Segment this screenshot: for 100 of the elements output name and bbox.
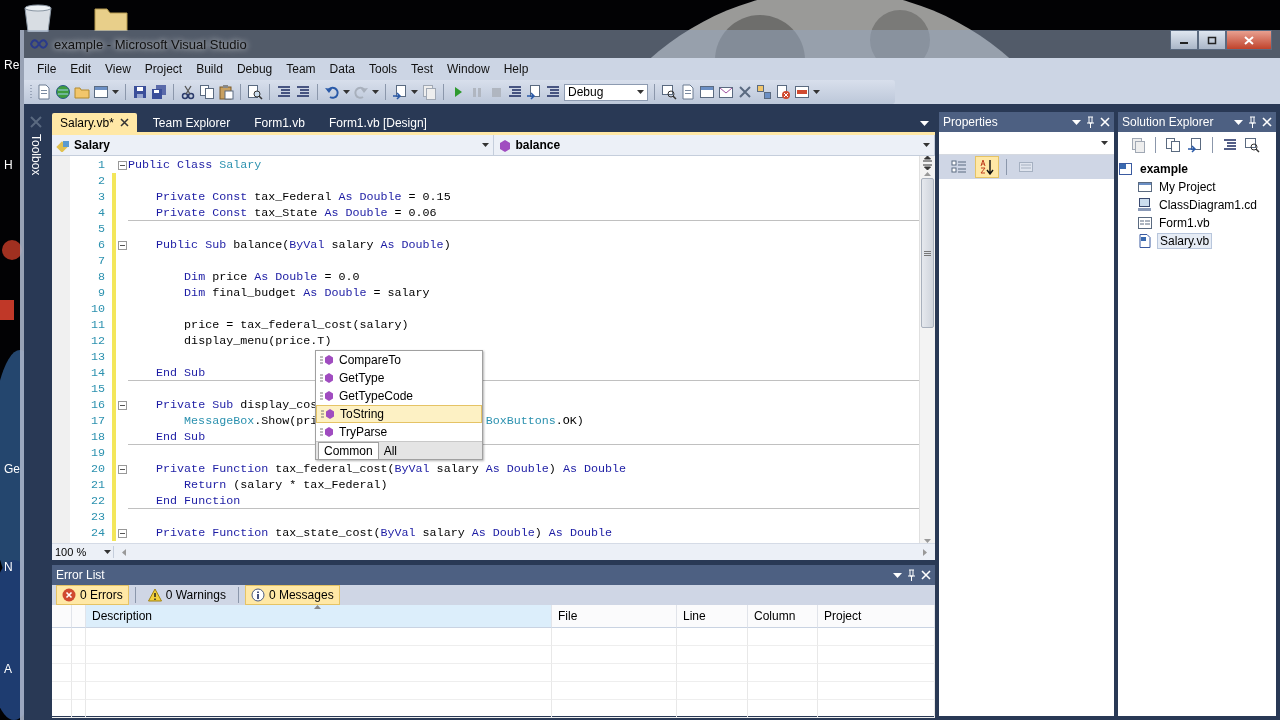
document-arrow-icon[interactable]: [526, 84, 542, 100]
zoom-dropdown[interactable]: 100 %: [52, 546, 114, 558]
tools-icon[interactable]: [737, 84, 753, 100]
panel-menu-caret-icon[interactable]: [1072, 119, 1081, 125]
filter-button[interactable]: 0 Errors: [56, 585, 129, 605]
code-dropdown[interactable]: balance: [493, 135, 935, 155]
dropdown-caret-icon: [923, 143, 930, 147]
column-header[interactable]: Column: [748, 605, 818, 628]
lines-icon[interactable]: [276, 84, 292, 100]
dropdown-caret-icon: [411, 90, 418, 94]
completion-item[interactable]: GetType: [316, 369, 482, 387]
desktop-icon-label[interactable]: H: [4, 158, 13, 172]
collapse-icon[interactable]: [117, 240, 127, 250]
form-icon[interactable]: [794, 84, 810, 100]
tree-item[interactable]: example: [1138, 161, 1191, 177]
globe-icon[interactable]: [55, 84, 71, 100]
collapse-icon[interactable]: [117, 400, 127, 410]
completion-tab[interactable]: All: [378, 442, 403, 459]
menu-item[interactable]: Test: [403, 62, 440, 76]
lines-icon[interactable]: [507, 84, 523, 100]
scroll-up-icon[interactable]: [924, 172, 931, 176]
menu-item[interactable]: File: [30, 62, 64, 76]
grid-icon[interactable]: [756, 84, 772, 100]
menu-item[interactable]: Project: [137, 62, 190, 76]
lines-icon[interactable]: [1222, 137, 1238, 153]
completion-item[interactable]: ToString: [316, 405, 482, 423]
completion-item[interactable]: GetTypeCode: [316, 387, 482, 405]
scrollbar-thumb[interactable]: [921, 178, 934, 328]
pin-icon[interactable]: [907, 569, 916, 581]
document-tab[interactable]: Form1.vb [Design]: [320, 113, 435, 132]
close-button[interactable]: [1226, 30, 1272, 50]
document-tab[interactable]: Team Explorer: [144, 113, 239, 132]
tab-list-caret-icon[interactable]: [920, 121, 929, 126]
copy-icon[interactable]: [199, 84, 215, 100]
collapse-icon[interactable]: [117, 160, 127, 170]
vertical-scrollbar[interactable]: [919, 156, 935, 543]
lines-icon[interactable]: [295, 84, 311, 100]
collapse-icon[interactable]: [117, 464, 127, 474]
tree-item[interactable]: ClassDiagram1.cd: [1157, 197, 1260, 213]
maximize-button[interactable]: [1198, 30, 1226, 50]
paste-icon[interactable]: [218, 84, 234, 100]
cut-icon[interactable]: [180, 84, 196, 100]
close-icon[interactable]: [119, 118, 129, 127]
horizontal-scrollbar[interactable]: 100 %: [52, 543, 935, 560]
document-arrow-icon[interactable]: [392, 84, 408, 100]
window-icon[interactable]: [699, 84, 715, 100]
desktop-icon-label[interactable]: N: [4, 560, 13, 574]
desktop-icon-label[interactable]: Ge: [4, 462, 20, 476]
completion-item[interactable]: TryParse: [316, 423, 482, 441]
window-icon[interactable]: [93, 84, 109, 100]
menu-item[interactable]: Tools: [361, 62, 404, 76]
minimize-button[interactable]: [1170, 30, 1198, 50]
code-dropdown[interactable]: Salary: [52, 135, 494, 155]
tree-item[interactable]: Form1.vb: [1157, 215, 1212, 231]
save-all-icon[interactable]: [151, 84, 167, 100]
column-header[interactable]: Description: [86, 605, 552, 628]
copy-icon[interactable]: [1165, 137, 1181, 153]
menu-item[interactable]: Edit: [63, 62, 99, 76]
form-icon: [1137, 215, 1153, 231]
document-mail-icon[interactable]: [718, 84, 734, 100]
document-error-icon[interactable]: [775, 84, 791, 100]
lines-icon[interactable]: [545, 84, 561, 100]
document-arrow-icon[interactable]: [1187, 137, 1203, 153]
find-icon[interactable]: [247, 84, 263, 100]
tree-item[interactable]: Salary.vb: [1157, 233, 1213, 249]
desktop-icon-label[interactable]: A: [4, 662, 12, 676]
desktop-icon-label[interactable]: Re: [4, 58, 20, 72]
column-header[interactable]: File: [552, 605, 677, 628]
completion-tab[interactable]: Common: [318, 441, 379, 460]
document-tab[interactable]: Salary.vb*: [52, 113, 137, 132]
collapse-icon[interactable]: [117, 528, 127, 538]
code-line: Private Sub display_cos: [155, 398, 318, 412]
column-header[interactable]: Line: [677, 605, 748, 628]
menu-item[interactable]: View: [98, 62, 138, 76]
save-icon[interactable]: [132, 84, 148, 100]
menu-item[interactable]: Team: [279, 62, 323, 76]
search-icon[interactable]: [1244, 137, 1260, 153]
document-tab[interactable]: Form1.vb: [246, 113, 313, 132]
menu-item[interactable]: Debug: [229, 62, 280, 76]
completion-item[interactable]: CompareTo: [316, 351, 482, 369]
recycle-bin-icon[interactable]: [21, 4, 55, 32]
pin-icon[interactable]: [1086, 116, 1095, 128]
tree-item[interactable]: My Project: [1157, 179, 1218, 195]
panel-menu-caret-icon[interactable]: [893, 572, 902, 578]
search-icon[interactable]: [661, 84, 677, 100]
menu-item[interactable]: Help: [496, 62, 536, 76]
maximize-icon[interactable]: [1207, 35, 1217, 45]
filter-button[interactable]: 0 Warnings: [141, 585, 232, 605]
toolbox-tab[interactable]: Toolbox: [29, 134, 43, 176]
column-header[interactable]: Project: [818, 605, 935, 628]
menu-item[interactable]: Build: [189, 62, 230, 76]
filter-button[interactable]: 0 Messages: [244, 585, 340, 605]
split-handle-icon[interactable]: [922, 156, 933, 170]
menu-item[interactable]: Data: [322, 62, 362, 76]
menu-item[interactable]: Window: [440, 62, 497, 76]
configuration-dropdown[interactable]: Debug: [564, 83, 648, 101]
pin-icon[interactable]: [1248, 116, 1257, 128]
panel-menu-caret-icon[interactable]: [1234, 119, 1243, 125]
undo-icon[interactable]: [324, 84, 340, 100]
document-icon[interactable]: [36, 84, 52, 100]
